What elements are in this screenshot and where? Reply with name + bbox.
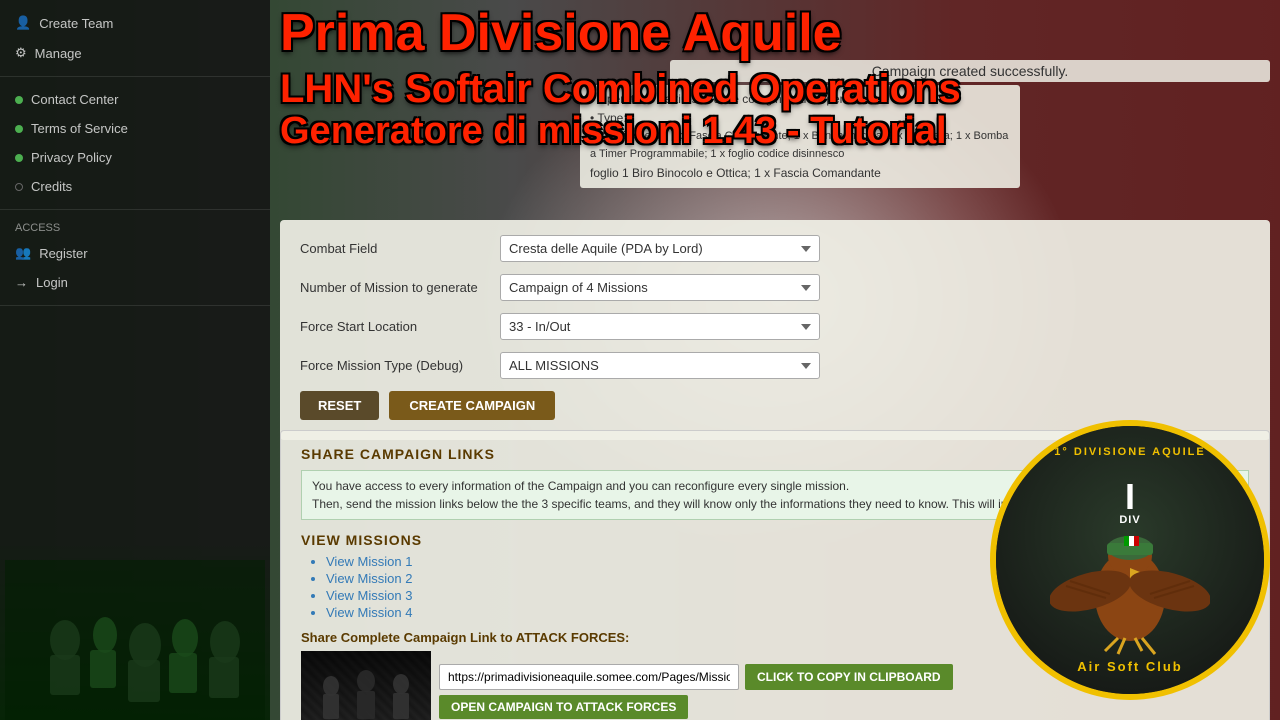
info-line2: • Type: (590, 109, 1010, 128)
reset-button[interactable]: RESET (300, 391, 379, 420)
sidebar-credits-label: Credits (31, 179, 72, 194)
dot-icon-contact (15, 96, 23, 104)
info-line4: foglio 1 Biro Binocolo e Ottica; 1 x Fas… (590, 164, 1010, 183)
sidebar-item-login[interactable]: → Login (0, 268, 270, 297)
logo-text-top: 1° DIVISIONE AQUILE (1054, 446, 1205, 458)
combat-field-select[interactable]: Cresta delle Aquile (PDA by Lord) (500, 235, 820, 262)
force-location-row: Force Start Location 33 - In/Out (300, 313, 1250, 340)
sidebar-login-label: Login (36, 275, 68, 290)
dot-icon-privacy (15, 154, 23, 162)
sidebar-bottom-image (0, 540, 270, 720)
info-lines: • Operation: Pettirosso delle coragini b… (580, 85, 1020, 188)
dot-icon-credits (15, 183, 23, 191)
sidebar-item-create-team[interactable]: 👤 Create Team (0, 8, 270, 38)
open-attack-forces-button[interactable]: OPEN CAMPAIGN TO ATTACK FORCES (439, 695, 688, 719)
sidebar-terms-label: Terms of Service (31, 121, 128, 136)
dot-icon-terms (15, 125, 23, 133)
copy-clipboard-button[interactable]: CLICK TO COPY IN CLIPBOARD (745, 664, 953, 690)
force-location-select[interactable]: 33 - In/Out (500, 313, 820, 340)
info-line3: • Requirements: 1 x Fascia Comandante; 1… (590, 128, 1010, 163)
sidebar-item-credits[interactable]: Credits (0, 172, 270, 201)
register-icon: 👥 (15, 245, 31, 261)
share-url-group: CLICK TO COPY IN CLIPBOARD OPEN CAMPAIGN… (439, 664, 953, 719)
logo-badge: 1° DIVISIONE AQUILE I DIV (990, 420, 1270, 700)
sidebar-item-privacy-policy[interactable]: Privacy Policy (0, 143, 270, 172)
url-copy-row: CLICK TO COPY IN CLIPBOARD (439, 664, 953, 690)
debug-type-row: Force Mission Type (Debug) ALL MISSIONS (300, 352, 1250, 379)
form-buttons: RESET CREATE CAMPAIGN (300, 391, 1250, 420)
sidebar-access-label: Access (0, 218, 270, 238)
attack-forces-image (301, 651, 431, 720)
logo-text-bottom: Air Soft Club (1077, 659, 1182, 674)
missions-count-row: Number of Mission to generate Campaign o… (300, 274, 1250, 301)
debug-type-label: Force Mission Type (Debug) (300, 358, 500, 373)
sidebar-manage-label: Manage (35, 46, 82, 61)
success-text: Campaign created successfully. (872, 63, 1069, 79)
sidebar-contact-label: Contact Center (31, 92, 118, 107)
sidebar-item-manage[interactable]: ⚙ Manage (0, 38, 270, 68)
sidebar-item-contact-center[interactable]: Contact Center (0, 85, 270, 114)
title-line1: Prima Divisione Aquile (270, 0, 1280, 67)
sidebar-access-section: Access 👥 Register → Login (0, 210, 270, 306)
logo-roman-numeral: I (1125, 476, 1135, 518)
success-message: Campaign created successfully. (670, 60, 1270, 82)
attack-silhouette (301, 651, 431, 720)
combat-field-row: Combat Field Cresta delle Aquile (PDA by… (300, 235, 1250, 262)
sidebar-privacy-label: Privacy Policy (31, 150, 112, 165)
sidebar: 👤 Create Team ⚙ Manage Contact Center Te… (0, 0, 270, 720)
force-location-label: Force Start Location (300, 319, 500, 334)
sidebar-item-register[interactable]: 👥 Register (0, 238, 270, 268)
user-icon: 👤 (15, 15, 31, 31)
missions-count-label: Number of Mission to generate (300, 280, 500, 295)
form-panel: Combat Field Cresta delle Aquile (PDA by… (280, 220, 1270, 440)
manage-icon: ⚙ (15, 45, 27, 61)
debug-type-select[interactable]: ALL MISSIONS (500, 352, 820, 379)
share-url-input[interactable] (439, 664, 739, 690)
soldiers-silhouette (5, 560, 265, 720)
sidebar-nav-section: Contact Center Terms of Service Privacy … (0, 77, 270, 210)
sidebar-item-terms-service[interactable]: Terms of Service (0, 114, 270, 143)
info-line1: • Operation: Pettirosso delle coragini b… (590, 90, 1010, 109)
sidebar-create-team-section: 👤 Create Team ⚙ Manage (0, 0, 270, 77)
logo-div-text: DIV (1119, 514, 1140, 526)
sidebar-create-team-label: Create Team (39, 16, 113, 31)
missions-count-select[interactable]: Campaign of 4 Missions (500, 274, 820, 301)
create-campaign-button[interactable]: CREATE CAMPAIGN (389, 391, 555, 420)
combat-field-label: Combat Field (300, 241, 500, 256)
sidebar-register-label: Register (39, 246, 87, 261)
login-icon: → (15, 275, 28, 290)
logo-outer-circle: 1° DIVISIONE AQUILE I DIV (990, 420, 1270, 700)
